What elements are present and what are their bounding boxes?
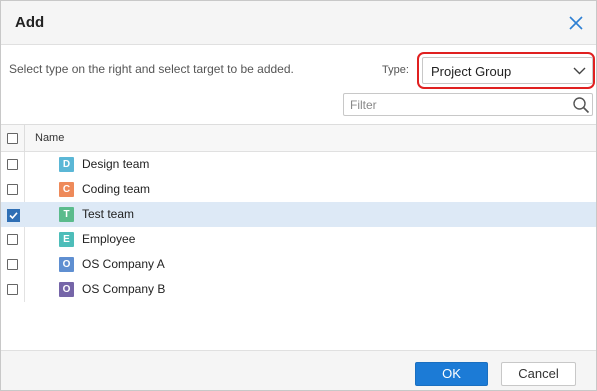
row-label: Test team — [82, 207, 135, 221]
table-row[interactable]: D Design team — [1, 152, 596, 177]
row-checkbox[interactable] — [7, 234, 18, 245]
ok-button[interactable]: OK — [415, 362, 488, 386]
group-letter-icon: O — [59, 282, 74, 297]
row-checkbox[interactable] — [7, 159, 18, 170]
dialog-footer: OK Cancel — [1, 350, 596, 390]
cancel-button[interactable]: Cancel — [501, 362, 576, 386]
dialog-titlebar: Add — [1, 1, 596, 45]
name-column-header[interactable]: Name — [35, 132, 64, 144]
close-button[interactable] — [567, 14, 585, 32]
group-letter-icon: O — [59, 257, 74, 272]
search-icon[interactable] — [572, 96, 590, 114]
checkmark-icon — [7, 209, 20, 222]
row-label: Employee — [82, 232, 136, 246]
row-label: Coding team — [82, 182, 151, 196]
add-dialog: Add Select type on the right and select … — [0, 0, 597, 391]
select-all-checkbox[interactable] — [7, 133, 18, 144]
table-row[interactable]: C Coding team — [1, 177, 596, 202]
filter-box — [343, 93, 593, 116]
row-label: OS Company B — [82, 282, 166, 296]
group-letter-icon: E — [59, 232, 74, 247]
type-label: Type: — [382, 64, 409, 76]
dialog-title: Add — [15, 14, 45, 31]
close-icon — [569, 16, 583, 30]
instruction-text: Select type on the right and select targ… — [9, 62, 294, 76]
header-column-separator — [24, 125, 25, 152]
row-label: OS Company A — [82, 257, 165, 271]
group-letter-icon: D — [59, 157, 74, 172]
row-label: Design team — [82, 157, 150, 171]
row-checkbox[interactable] — [7, 184, 18, 195]
group-letter-icon: C — [59, 182, 74, 197]
row-checkbox[interactable] — [7, 284, 18, 295]
grid-header: Name — [1, 125, 596, 152]
table-row[interactable]: E Employee — [1, 227, 596, 252]
filter-input[interactable] — [350, 96, 565, 113]
table-row[interactable]: O OS Company A — [1, 252, 596, 277]
group-letter-icon: T — [59, 207, 74, 222]
row-checkbox[interactable] — [7, 209, 20, 222]
type-select-value: Project Group — [431, 64, 512, 79]
table-row[interactable]: O OS Company B — [1, 277, 596, 302]
table-row[interactable]: T Test team — [1, 202, 596, 227]
row-checkbox[interactable] — [7, 259, 18, 270]
type-select[interactable]: Project Group — [422, 57, 593, 84]
target-grid: Name D Design team C Coding team T Test … — [1, 124, 596, 350]
chevron-down-icon — [573, 67, 586, 75]
